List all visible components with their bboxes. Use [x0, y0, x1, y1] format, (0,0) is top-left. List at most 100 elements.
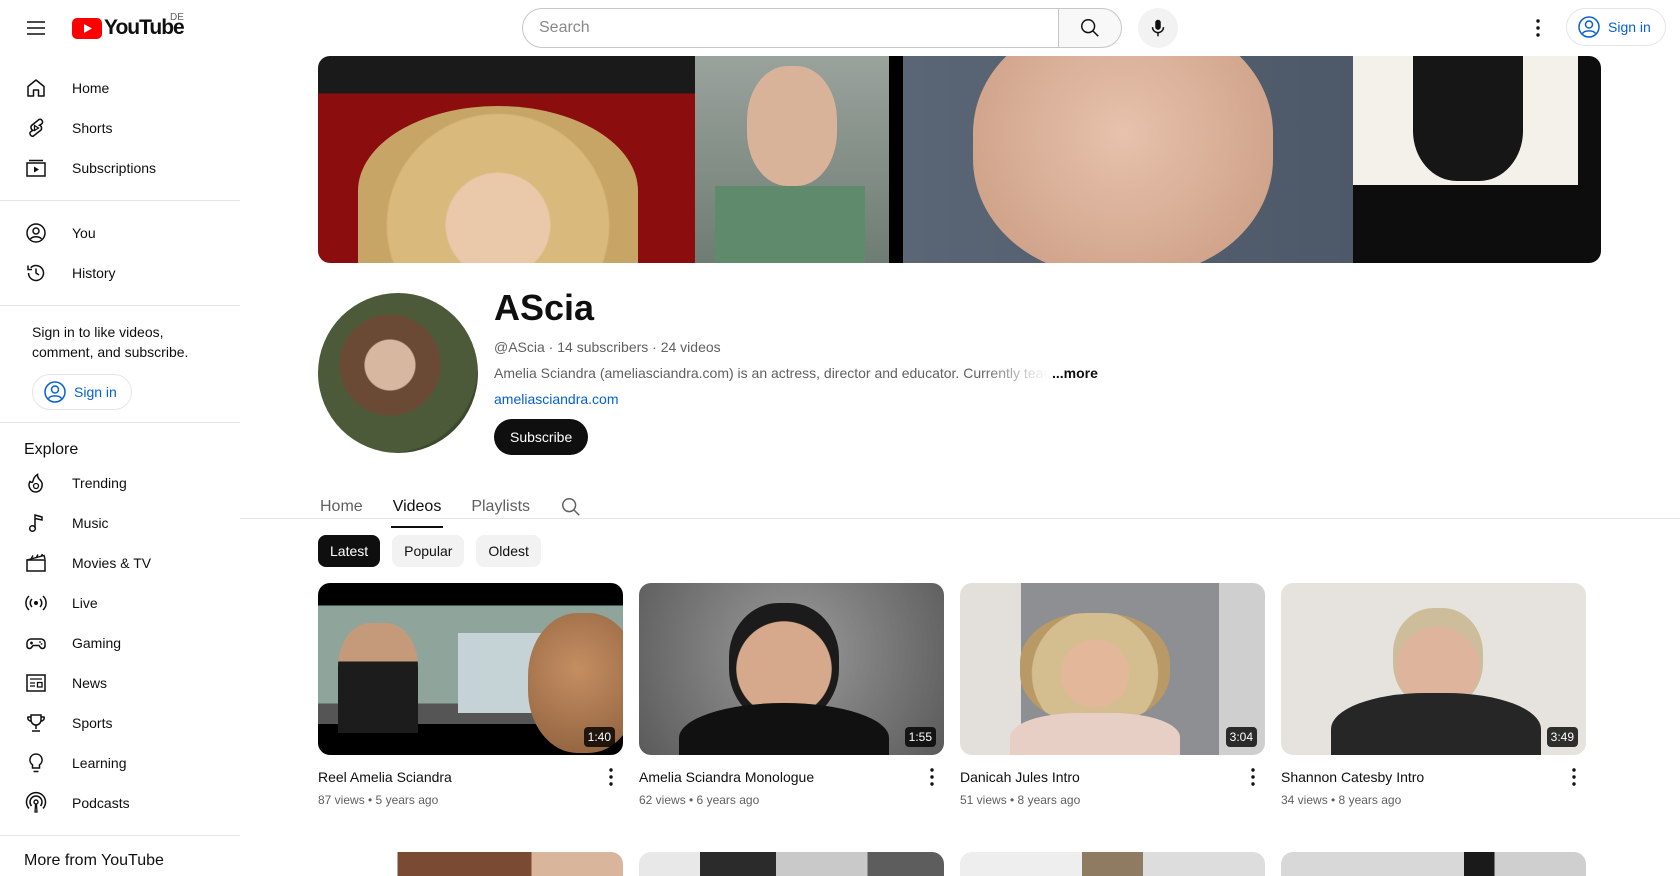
video-title[interactable]: Danicah Jules Intro — [960, 767, 1080, 787]
settings-more-button[interactable] — [1518, 8, 1558, 48]
video-thumbnail[interactable]: 1:40 — [318, 583, 623, 755]
subscribe-button[interactable]: Subscribe — [494, 419, 589, 455]
sidebar-item-label: News — [72, 675, 108, 691]
video-card[interactable]: 1:40 Reel Amelia Sciandra 87 views • 5 y… — [318, 583, 623, 807]
chip-oldest[interactable]: Oldest — [476, 535, 541, 567]
sidebar-item-podcasts[interactable]: Podcasts — [12, 783, 228, 823]
more-vertical-icon — [1251, 768, 1255, 786]
video-title[interactable]: Reel Amelia Sciandra — [318, 767, 452, 787]
more-vertical-icon — [1536, 19, 1540, 37]
sidebar-item-subscriptions[interactable]: Subscriptions — [12, 148, 228, 188]
sign-in-button[interactable]: Sign in — [1566, 8, 1666, 46]
tab-videos[interactable]: Videos — [390, 480, 444, 534]
tabs-divider — [240, 518, 1680, 519]
video-duration: 1:40 — [583, 727, 615, 747]
more-vertical-icon — [609, 768, 613, 786]
sidebar-item-label: Sports — [72, 715, 113, 731]
live-icon — [24, 591, 48, 615]
you-icon — [24, 221, 48, 245]
sidebar-item-label: Movies & TV — [72, 555, 152, 571]
video-duration: 3:49 — [1546, 727, 1578, 747]
sidebar-item-label: Subscriptions — [72, 160, 157, 176]
sign-in-label: Sign in — [1608, 19, 1651, 35]
music-icon — [24, 511, 48, 535]
subscriptions-icon — [24, 156, 48, 180]
search-icon — [1081, 19, 1099, 37]
channel-description[interactable]: Amelia Sciandra (ameliasciandra.com) is … — [494, 365, 1098, 381]
chip-latest[interactable]: Latest — [318, 535, 381, 567]
youtube-logo[interactable]: YouTube — [72, 16, 185, 40]
sidebar-item-music[interactable]: Music — [12, 503, 228, 543]
guide-menu-button[interactable] — [16, 8, 56, 48]
sidebar-sign-in-button[interactable]: Sign in — [32, 374, 132, 410]
gaming-icon — [24, 631, 48, 655]
sidebar-main-section: Home Shorts Subscriptions — [0, 56, 240, 201]
banner-panel — [695, 56, 889, 263]
sidebar-item-live[interactable]: Live — [12, 583, 228, 623]
sort-chips: Latest Popular Oldest — [318, 535, 541, 567]
sidebar-item-label: Home — [72, 80, 110, 96]
history-icon — [24, 261, 48, 285]
account-icon — [44, 381, 66, 403]
sidebar-item-label: Shorts — [72, 120, 113, 136]
sidebar-item-gaming[interactable]: Gaming — [12, 623, 228, 663]
video-thumbnail[interactable]: 3:49 — [1281, 583, 1586, 755]
sidebar-item-shorts[interactable]: Shorts — [12, 108, 228, 148]
tab-playlists[interactable]: Playlists — [469, 480, 532, 534]
search-input[interactable] — [522, 8, 1058, 48]
video-menu-button[interactable] — [920, 765, 944, 789]
sidebar-item-you[interactable]: You — [12, 213, 228, 253]
search-bar — [522, 8, 1122, 48]
description-text: Amelia Sciandra (ameliasciandra.com) is … — [494, 365, 1048, 381]
video-duration: 3:04 — [1225, 727, 1257, 747]
tab-home[interactable]: Home — [318, 480, 365, 534]
video-info: Reel Amelia Sciandra 87 views • 5 years … — [318, 767, 623, 807]
sidebar-item-trending[interactable]: Trending — [12, 463, 228, 503]
video-title[interactable]: Amelia Sciandra Monologue — [639, 767, 814, 787]
search-button[interactable] — [1058, 8, 1122, 48]
channel-external-link[interactable]: ameliasciandra.com — [494, 391, 1098, 407]
more-from-youtube-heading: More from YouTube — [24, 852, 164, 869]
sign-in-label: Sign in — [74, 384, 117, 400]
sidebar-item-label: History — [72, 265, 116, 281]
video-thumbnail[interactable] — [960, 852, 1265, 876]
video-thumbnail[interactable]: 3:04 — [960, 583, 1265, 755]
video-info: Danicah Jules Intro 51 views • 8 years a… — [960, 767, 1265, 807]
channel-meta: @AScia · 14 subscribers · 24 videos — [494, 339, 721, 355]
hamburger-icon — [27, 21, 45, 35]
more-vertical-icon — [1572, 768, 1576, 786]
sidebar-item-label: Live — [72, 595, 98, 611]
video-thumbnail[interactable] — [318, 852, 623, 876]
video-thumbnail[interactable]: 1:55 — [639, 583, 944, 755]
banner-panel — [903, 56, 1353, 263]
video-thumbnail[interactable] — [1281, 852, 1586, 876]
banner-panel — [318, 56, 695, 263]
sports-icon — [24, 711, 48, 735]
chip-popular[interactable]: Popular — [392, 535, 465, 567]
youtube-play-icon — [72, 17, 102, 39]
voice-search-button[interactable] — [1138, 8, 1178, 48]
video-thumbnail[interactable] — [639, 852, 944, 876]
search-icon — [562, 498, 580, 516]
channel-search-button[interactable] — [558, 480, 584, 534]
sidebar-item-sports[interactable]: Sports — [12, 703, 228, 743]
video-card[interactable]: 3:04 Danicah Jules Intro 51 views • 8 ye… — [960, 583, 1265, 807]
description-more-link[interactable]: ...more — [1052, 365, 1098, 381]
channel-name: AScia — [494, 287, 595, 328]
video-title[interactable]: Shannon Catesby Intro — [1281, 767, 1424, 787]
shorts-icon — [24, 116, 48, 140]
video-card[interactable]: 3:49 Shannon Catesby Intro 34 views • 8 … — [1281, 583, 1586, 807]
video-grid-next-row — [318, 852, 1586, 876]
sidebar-item-history[interactable]: History — [12, 253, 228, 293]
video-menu-button[interactable] — [1241, 765, 1265, 789]
banner-panel — [1353, 56, 1601, 263]
sidebar-item-news[interactable]: News — [12, 663, 228, 703]
sidebar-item-learning[interactable]: Learning — [12, 743, 228, 783]
video-menu-button[interactable] — [599, 765, 623, 789]
video-menu-button[interactable] — [1562, 765, 1586, 789]
top-bar: YouTube DE Sign in — [0, 0, 1680, 56]
movies-icon — [24, 551, 48, 575]
video-card[interactable]: 1:55 Amelia Sciandra Monologue 62 views … — [639, 583, 944, 807]
sidebar-item-movies[interactable]: Movies & TV — [12, 543, 228, 583]
sidebar-item-home[interactable]: Home — [12, 68, 228, 108]
